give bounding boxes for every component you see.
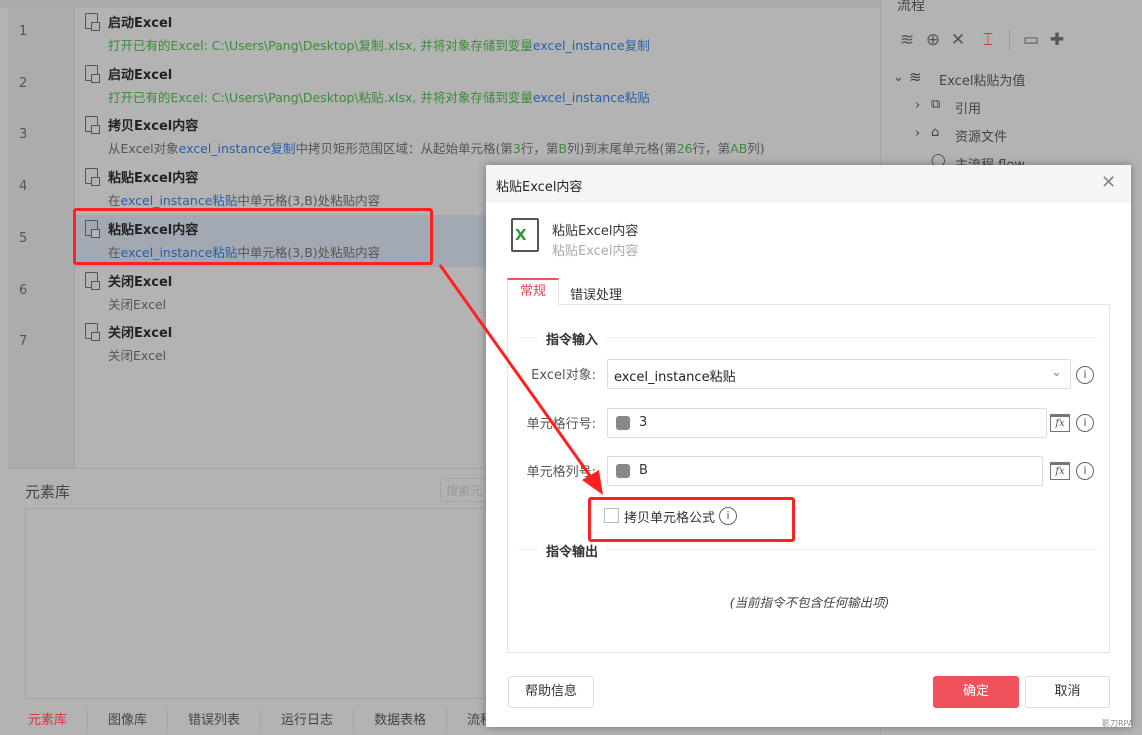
watermark: 影刀RPA <box>1102 719 1134 728</box>
tab-general[interactable]: 常规 <box>507 278 559 305</box>
annotation-arrow <box>438 264 603 495</box>
